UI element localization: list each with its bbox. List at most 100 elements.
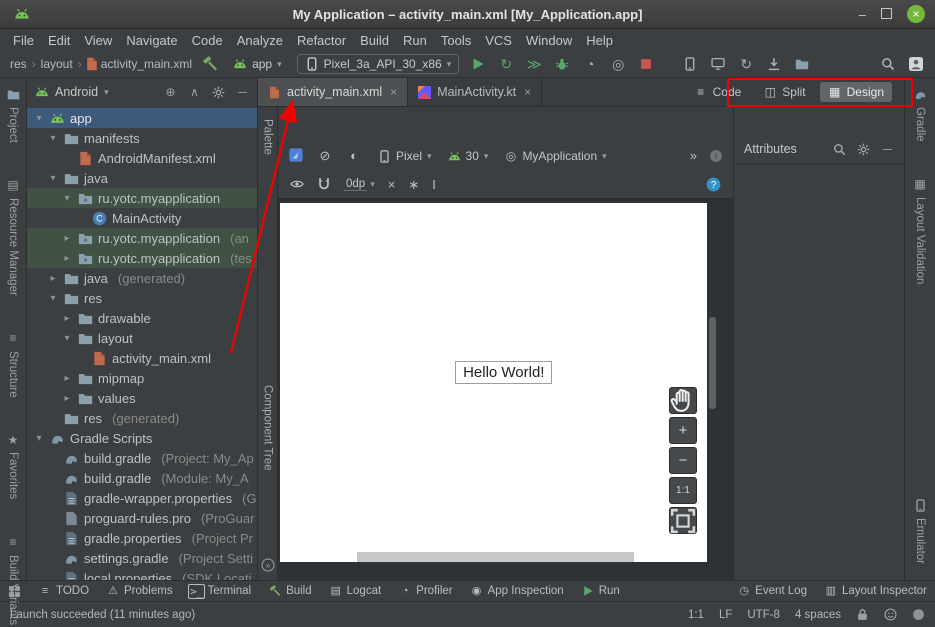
pan-button[interactable] — [669, 387, 697, 414]
help-icon[interactable]: ? — [706, 177, 721, 192]
device-manager-button[interactable] — [679, 53, 701, 75]
apply-changes-button[interactable]: ↻ — [495, 53, 517, 75]
tool-button-favorites[interactable]: ★Favorites — [7, 433, 20, 499]
component-tree-tool-button[interactable]: Component Tree — [262, 385, 274, 471]
profiler-button[interactable]: ◔ — [579, 53, 601, 75]
close-tab-icon[interactable]: × — [390, 85, 397, 99]
tree-item-mipmap[interactable]: ▸mipmap — [27, 368, 257, 388]
zoom-in-button[interactable]: + — [669, 417, 697, 444]
select-opened-file-icon[interactable]: ⊕ — [164, 86, 177, 99]
tree-item-app[interactable]: ▾app — [27, 108, 257, 128]
overflow-icon[interactable]: » — [690, 148, 697, 163]
run-config-selector[interactable]: app ▾ — [226, 55, 289, 73]
menu-tools[interactable]: Tools — [434, 33, 478, 48]
avd-manager-button[interactable] — [707, 53, 729, 75]
tab-activity-main-xml[interactable]: activity_main.xml× — [258, 78, 408, 106]
sdk-manager-button[interactable] — [763, 53, 785, 75]
tree-item-ru-yotc-myapplication[interactable]: ▾ru.yotc.myapplication — [27, 188, 257, 208]
tree-chevron-icon[interactable]: ▸ — [61, 373, 73, 384]
encoding-indicator[interactable]: UTF-8 — [747, 609, 780, 621]
view-options-button[interactable] — [290, 177, 304, 191]
tree-item-manifests[interactable]: ▾manifests — [27, 128, 257, 148]
menu-code[interactable]: Code — [185, 33, 230, 48]
autoconnect-button[interactable] — [317, 177, 331, 191]
tree-item-gradle-properties[interactable]: gradle.properties(Project Pr — [27, 528, 257, 548]
tree-item-gradle-scripts[interactable]: ▾Gradle Scripts — [27, 428, 257, 448]
tree-item-ru-yotc-myapplication[interactable]: ▸ru.yotc.myapplication(an — [27, 228, 257, 248]
hello-world-text[interactable]: Hello World! — [455, 361, 552, 384]
tree-chevron-icon[interactable]: ▸ — [61, 393, 73, 404]
tree-chevron-icon[interactable]: ▸ — [61, 313, 73, 324]
zoom-fit-button[interactable] — [669, 507, 697, 534]
device-file-explorer-button[interactable] — [791, 53, 813, 75]
tool-button-emulator[interactable]: Emulator — [914, 499, 927, 564]
menu-run[interactable]: Run — [396, 33, 434, 48]
run-button[interactable] — [467, 53, 489, 75]
stop-button[interactable] — [635, 53, 657, 75]
tree-item-local-properties[interactable]: local.properties(SDK Locati — [27, 568, 257, 580]
tool-button-logcat[interactable]: ▤Logcat — [330, 585, 382, 597]
tool-button-todo[interactable]: ≡TODO — [39, 585, 89, 597]
tool-button-build[interactable]: Build — [269, 585, 312, 597]
tool-button-run[interactable]: Run — [582, 585, 620, 597]
zoom-out-button[interactable]: − — [669, 447, 697, 474]
menu-refactor[interactable]: Refactor — [290, 33, 353, 48]
tree-item-ru-yotc-myapplication[interactable]: ▸ru.yotc.myapplication(tes — [27, 248, 257, 268]
collapse-all-icon[interactable]: ∧ — [188, 86, 201, 99]
infer-constraints-button[interactable]: ∗ — [408, 178, 419, 191]
tool-button-structure[interactable]: ≡Structure — [7, 332, 20, 398]
tree-item-mainactivity[interactable]: CMainActivity — [27, 208, 257, 228]
issue-panel-icon[interactable]: i — [709, 149, 723, 163]
design-canvas[interactable]: Hello World! — [280, 203, 707, 562]
tree-item-activity-main-xml[interactable]: activity_main.xml — [27, 348, 257, 368]
tree-item-build-gradle[interactable]: build.gradle(Project: My_Ap — [27, 448, 257, 468]
maximize-button[interactable] — [881, 8, 892, 21]
minimize-button[interactable]: – — [859, 8, 866, 21]
tool-button-gradle[interactable]: Gradle — [914, 88, 927, 142]
menu-file[interactable]: File — [6, 33, 41, 48]
zoom-100-button[interactable]: 1:1 — [669, 477, 697, 504]
tree-item-build-gradle[interactable]: build.gradle(Module: My_A — [27, 468, 257, 488]
tool-button-resource-manager[interactable]: ▤Resource Manager — [7, 179, 20, 296]
project-view-selector[interactable]: Android — [55, 85, 98, 99]
tree-chevron-icon[interactable]: ▾ — [33, 433, 45, 444]
menu-analyze[interactable]: Analyze — [230, 33, 290, 48]
close-tab-icon[interactable]: × — [524, 85, 531, 99]
clear-constraints-button[interactable]: × — [388, 178, 396, 191]
settings-icon[interactable] — [857, 143, 870, 156]
device-selector[interactable]: Pixel▾ — [378, 149, 432, 163]
canvas-horizontal-scrollbar[interactable] — [357, 552, 635, 562]
tree-item-settings-gradle[interactable]: settings.gradle(Project Setti — [27, 548, 257, 568]
tool-button-terminal[interactable]: >_Terminal — [191, 585, 251, 597]
menu-help[interactable]: Help — [579, 33, 620, 48]
tree-chevron-icon[interactable]: ▾ — [47, 133, 59, 144]
tree-chevron-icon[interactable]: ▸ — [47, 273, 59, 284]
tree-item-androidmanifest-xml[interactable]: AndroidManifest.xml — [27, 148, 257, 168]
tree-chevron-icon[interactable]: ▾ — [47, 173, 59, 184]
tree-item-drawable[interactable]: ▸drawable — [27, 308, 257, 328]
tree-chevron-icon[interactable]: ▸ — [61, 233, 73, 244]
attach-debugger-button[interactable]: ◎ — [607, 53, 629, 75]
menu-edit[interactable]: Edit — [41, 33, 77, 48]
build-hammer-icon[interactable] — [202, 56, 218, 72]
menu-window[interactable]: Window — [519, 33, 579, 48]
tree-item-values[interactable]: ▸values — [27, 388, 257, 408]
search-icon[interactable] — [833, 143, 846, 156]
default-margins-button[interactable]: 0dp▾ — [344, 178, 375, 191]
debug-button[interactable] — [551, 53, 573, 75]
search-everywhere-button[interactable] — [877, 53, 899, 75]
menu-view[interactable]: View — [77, 33, 119, 48]
menu-navigate[interactable]: Navigate — [119, 33, 184, 48]
view-mode-split[interactable]: ◫Split — [755, 82, 813, 102]
tool-button-profiler[interactable]: ◔Profiler — [399, 585, 452, 597]
tree-item-proguard-rules-pro[interactable]: proguard-rules.pro(ProGuar — [27, 508, 257, 528]
apply-code-changes-button[interactable]: ≫ — [523, 53, 545, 75]
menu-build[interactable]: Build — [353, 33, 396, 48]
breadcrumb-item[interactable]: layout — [39, 57, 75, 71]
profile-button[interactable] — [905, 53, 927, 75]
hide-panel-icon[interactable]: ─ — [881, 143, 894, 156]
tree-chevron-icon[interactable]: ▾ — [33, 113, 45, 124]
theme-selector[interactable]: ◎MyApplication▾ — [504, 149, 606, 163]
night-mode-button[interactable]: ◐ — [346, 147, 362, 163]
tree-item-java[interactable]: ▸java(generated) — [27, 268, 257, 288]
